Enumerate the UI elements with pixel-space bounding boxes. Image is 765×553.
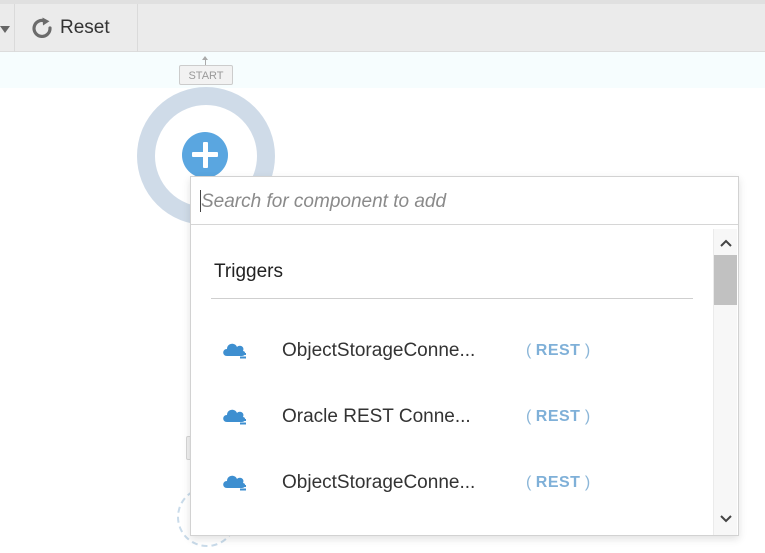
item-type: ( REST )	[526, 408, 591, 425]
scroll-up-button[interactable]	[714, 233, 738, 253]
integration-canvas-page: Reset START Triggers ObjectSto	[0, 0, 765, 553]
scroll-down-button[interactable]	[714, 509, 738, 529]
item-name: Oracle REST Conne...	[282, 406, 471, 427]
start-label: START	[179, 65, 233, 85]
toolbar-divider	[14, 4, 15, 52]
cloud-connection-icon	[223, 475, 246, 491]
list-item[interactable]: Oracle REST Conne... ( REST )	[221, 397, 701, 437]
cloud-connection-icon	[223, 409, 246, 425]
component-search-input[interactable]	[199, 187, 733, 217]
popup-scrollbar[interactable]	[713, 229, 737, 535]
toolbar: Reset	[0, 0, 765, 52]
item-type: ( REST )	[526, 342, 591, 359]
search-bar	[191, 177, 738, 225]
list-item[interactable]: ObjectStorageConne... ( REST )	[221, 463, 701, 503]
refresh-icon	[32, 17, 52, 38]
caret-down-icon[interactable]	[0, 26, 10, 33]
scroll-thumb[interactable]	[714, 255, 737, 305]
text-caret	[200, 190, 201, 212]
reset-label: Reset	[60, 17, 110, 38]
add-component-popup: Triggers ObjectStorageConne... ( REST ) …	[190, 176, 739, 536]
list-item[interactable]: ObjectStorageConne... ( REST )	[221, 331, 701, 371]
item-name: ObjectStorageConne...	[282, 340, 476, 361]
add-trigger-button[interactable]	[182, 132, 228, 178]
plus-icon-v	[202, 142, 208, 168]
toolbar-divider	[137, 4, 138, 52]
chevron-up-icon	[720, 239, 732, 247]
reset-button[interactable]: Reset	[30, 14, 110, 42]
item-name: ObjectStorageConne...	[282, 472, 476, 493]
cloud-connection-icon	[223, 343, 246, 359]
section-title-triggers: Triggers	[214, 261, 283, 282]
component-list: Triggers ObjectStorageConne... ( REST ) …	[191, 225, 713, 535]
chevron-down-icon	[720, 515, 732, 523]
item-type: ( REST )	[526, 474, 591, 491]
canvas-top-strip	[0, 52, 765, 88]
section-divider	[211, 298, 693, 299]
